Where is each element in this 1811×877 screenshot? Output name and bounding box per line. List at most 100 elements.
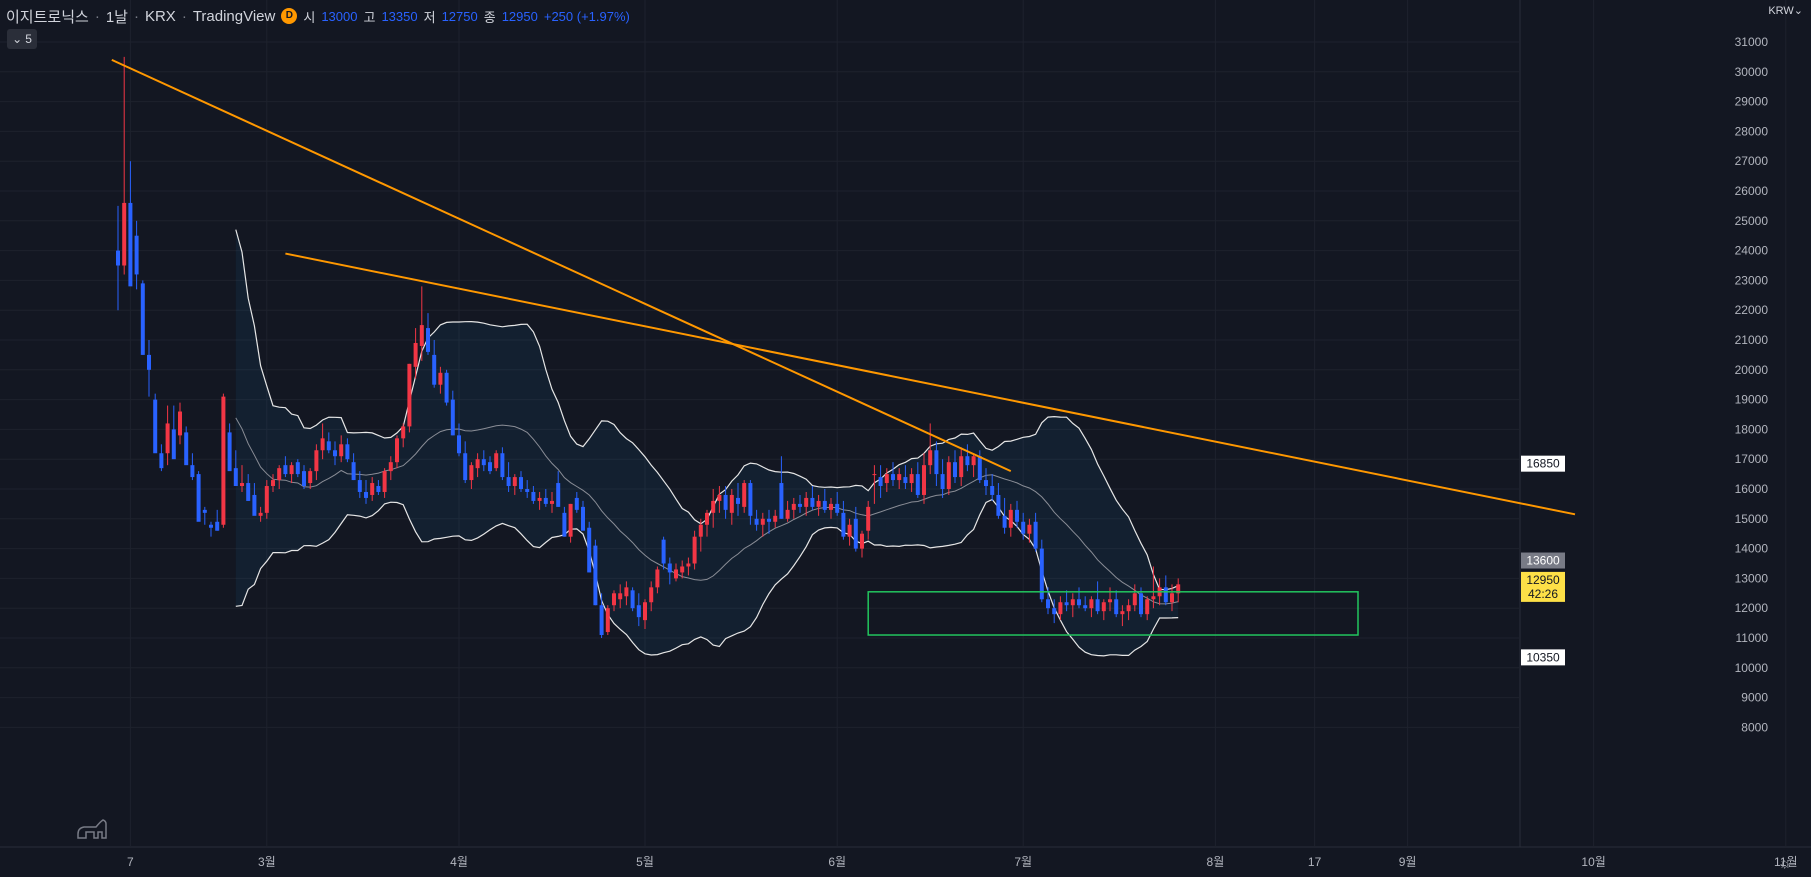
close-label: 종 (483, 9, 496, 25)
candle (835, 503, 840, 513)
candle (822, 500, 827, 510)
candle (351, 462, 356, 481)
candle (587, 527, 592, 573)
candle (314, 450, 319, 472)
candle (1120, 611, 1125, 615)
candle (320, 438, 325, 451)
candle (401, 426, 406, 439)
candle (1052, 608, 1057, 615)
candle (481, 459, 486, 466)
candle (1114, 599, 1119, 615)
candle (556, 483, 561, 507)
candle (878, 477, 883, 487)
x-tick-label: 17 (1308, 855, 1322, 869)
tradingview-logo-icon[interactable] (76, 818, 110, 845)
candle (574, 497, 579, 510)
chart-root: 8000 9000 10000 11000 12000 13000 14000 15000 16… (0, 0, 1811, 877)
candle (240, 483, 244, 487)
candle (252, 494, 257, 516)
candle (599, 605, 604, 636)
y-tick-label: 25000 (1735, 214, 1769, 228)
candle (810, 497, 815, 507)
data-status-badge[interactable]: D (281, 8, 298, 24)
candle (680, 566, 685, 573)
low-label: 저 (423, 9, 436, 25)
candle (742, 483, 747, 507)
candle (246, 483, 251, 501)
candle (1027, 524, 1032, 534)
candle (209, 524, 213, 528)
candle (475, 459, 480, 469)
candle (841, 512, 846, 537)
candle (488, 462, 492, 472)
candle (940, 474, 945, 489)
candle (1070, 599, 1075, 606)
candle (357, 480, 362, 492)
candle (953, 462, 957, 478)
high-value: 13350 (381, 8, 418, 24)
candle (500, 453, 505, 478)
close-value: 12950 (501, 8, 538, 24)
x-tick-label: 7 (127, 855, 134, 869)
interval-label[interactable]: 1날 (106, 6, 128, 27)
candle (345, 444, 350, 460)
candle (866, 506, 871, 531)
candle (630, 590, 635, 609)
candle (140, 283, 145, 355)
candle (196, 474, 201, 522)
candle (798, 503, 802, 507)
candle (686, 563, 691, 567)
candle (785, 509, 790, 519)
candle (816, 500, 821, 507)
candle (1108, 599, 1112, 603)
candle (884, 474, 889, 484)
candle (227, 432, 232, 472)
candle (370, 483, 375, 495)
candle (1170, 593, 1174, 603)
candle (1139, 593, 1143, 615)
candle (1064, 602, 1069, 606)
candlestick-chart[interactable]: 8000 9000 10000 11000 12000 13000 14000 15000 16… (0, 0, 1811, 877)
candle (1008, 509, 1013, 528)
candle (754, 518, 759, 525)
y-tick-label: 20000 (1735, 363, 1769, 377)
indicator-collapse-button[interactable]: ⌄ 5 (7, 29, 37, 49)
currency-selector[interactable]: KRW⌄ (1768, 4, 1803, 17)
candle (1145, 599, 1150, 615)
candle (494, 453, 499, 469)
candle (302, 471, 306, 487)
candle (289, 465, 294, 475)
candle (550, 500, 554, 504)
candle (506, 477, 511, 487)
candle (438, 372, 443, 385)
high-label: 고 (363, 9, 376, 25)
candle (165, 423, 170, 454)
candle (122, 202, 127, 266)
candle (903, 477, 908, 484)
candle (283, 465, 288, 475)
candle (426, 328, 430, 352)
candle (990, 486, 995, 495)
y-tick-label: 10000 (1735, 661, 1769, 675)
price-label-last-price-text: 12950 (1526, 573, 1560, 587)
candle (1046, 599, 1050, 609)
candle (791, 503, 796, 510)
gear-icon[interactable]: ☼ (1778, 855, 1792, 872)
candle (1095, 599, 1100, 612)
source-label: TradingView (192, 7, 276, 25)
y-tick-label: 9000 (1741, 691, 1768, 705)
candle (1151, 596, 1156, 600)
change-value: +250 (+1.97%) (543, 8, 630, 24)
candle (531, 491, 536, 501)
candle (1077, 599, 1081, 606)
candle (674, 569, 678, 579)
candle (723, 494, 728, 510)
symbol-name[interactable]: 이지트로닉스 (6, 6, 89, 27)
y-tick-label: 8000 (1741, 720, 1768, 734)
candle (1002, 515, 1007, 528)
candle (1163, 587, 1168, 603)
candle (829, 503, 833, 510)
candle (153, 399, 158, 454)
candle (184, 432, 189, 466)
y-tick-label: 23000 (1735, 273, 1769, 287)
